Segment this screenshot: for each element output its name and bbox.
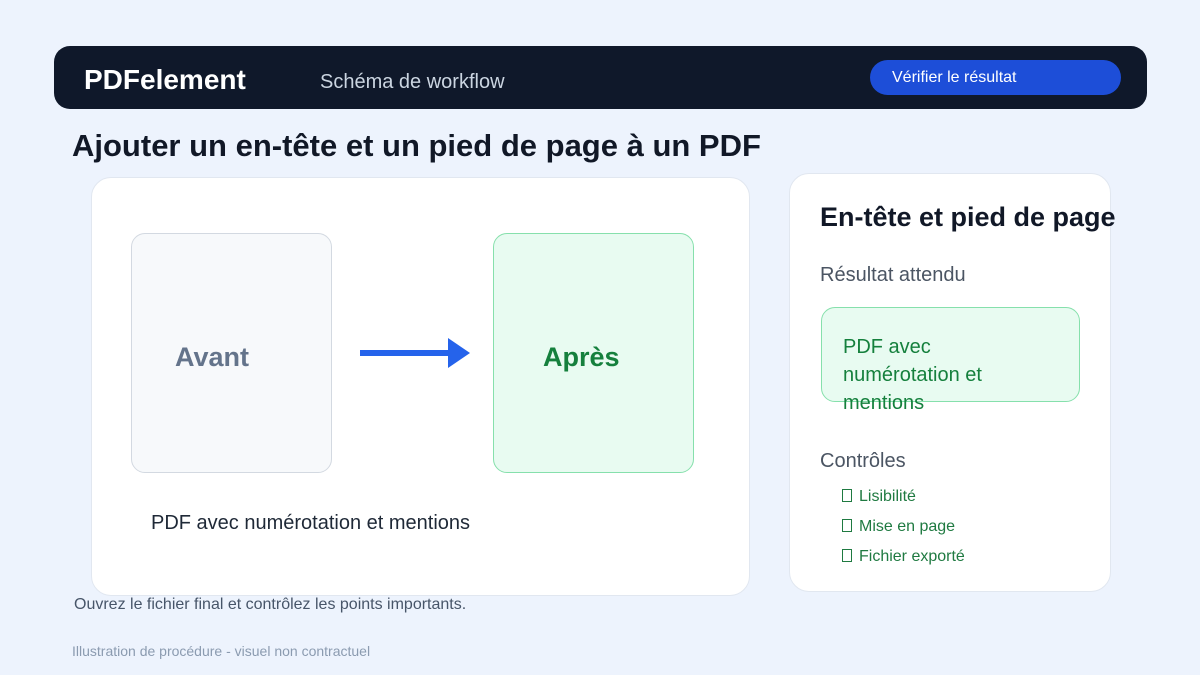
before-label: Avant <box>175 342 250 372</box>
top-bar: PDFelement Schéma de workflow Vérifier l… <box>54 46 1147 109</box>
header-subtitle: Schéma de workflow <box>320 71 505 93</box>
checkbox-icon <box>842 549 852 562</box>
after-label: Après <box>543 342 620 372</box>
check-label: Lisibilité <box>859 488 916 505</box>
check-item-layout: Mise en page <box>842 517 955 537</box>
before-document: Avant <box>131 233 332 473</box>
info-panel: En-tête et pied de page Résultat attendu… <box>789 173 1116 592</box>
expected-result-text: PDF avec numérotation et mentions <box>843 336 982 414</box>
brand-logo: PDFelement <box>84 64 246 95</box>
page-title: Ajouter un en-tête et un pied de page à … <box>72 128 761 163</box>
expected-result-box: PDF avec numérotation et mentions <box>821 307 1080 414</box>
workflow-diagram-card: Avant Après PDF avec numérotation et men… <box>91 177 750 596</box>
expected-result-label: Résultat attendu <box>820 264 966 286</box>
after-document: Après <box>493 233 694 473</box>
verify-result-button[interactable]: Vérifier le résultat <box>870 60 1121 95</box>
right-arrow-icon <box>360 338 470 368</box>
check-label: Mise en page <box>859 518 956 535</box>
panel-heading: En-tête et pied de page <box>820 202 1116 232</box>
check-label: Fichier exporté <box>859 548 965 565</box>
checkbox-icon <box>842 519 852 532</box>
controls-label: Contrôles <box>820 450 906 472</box>
check-item-exported-file: Fichier exporté <box>842 547 965 567</box>
footer-note: Ouvrez le fichier final et contrôlez les… <box>74 596 467 613</box>
check-item-readability: Lisibilité <box>842 487 916 507</box>
checkbox-icon <box>842 489 852 502</box>
disclaimer: Illustration de procédure - visuel non c… <box>72 643 371 659</box>
diagram-caption: PDF avec numérotation et mentions <box>151 512 471 534</box>
